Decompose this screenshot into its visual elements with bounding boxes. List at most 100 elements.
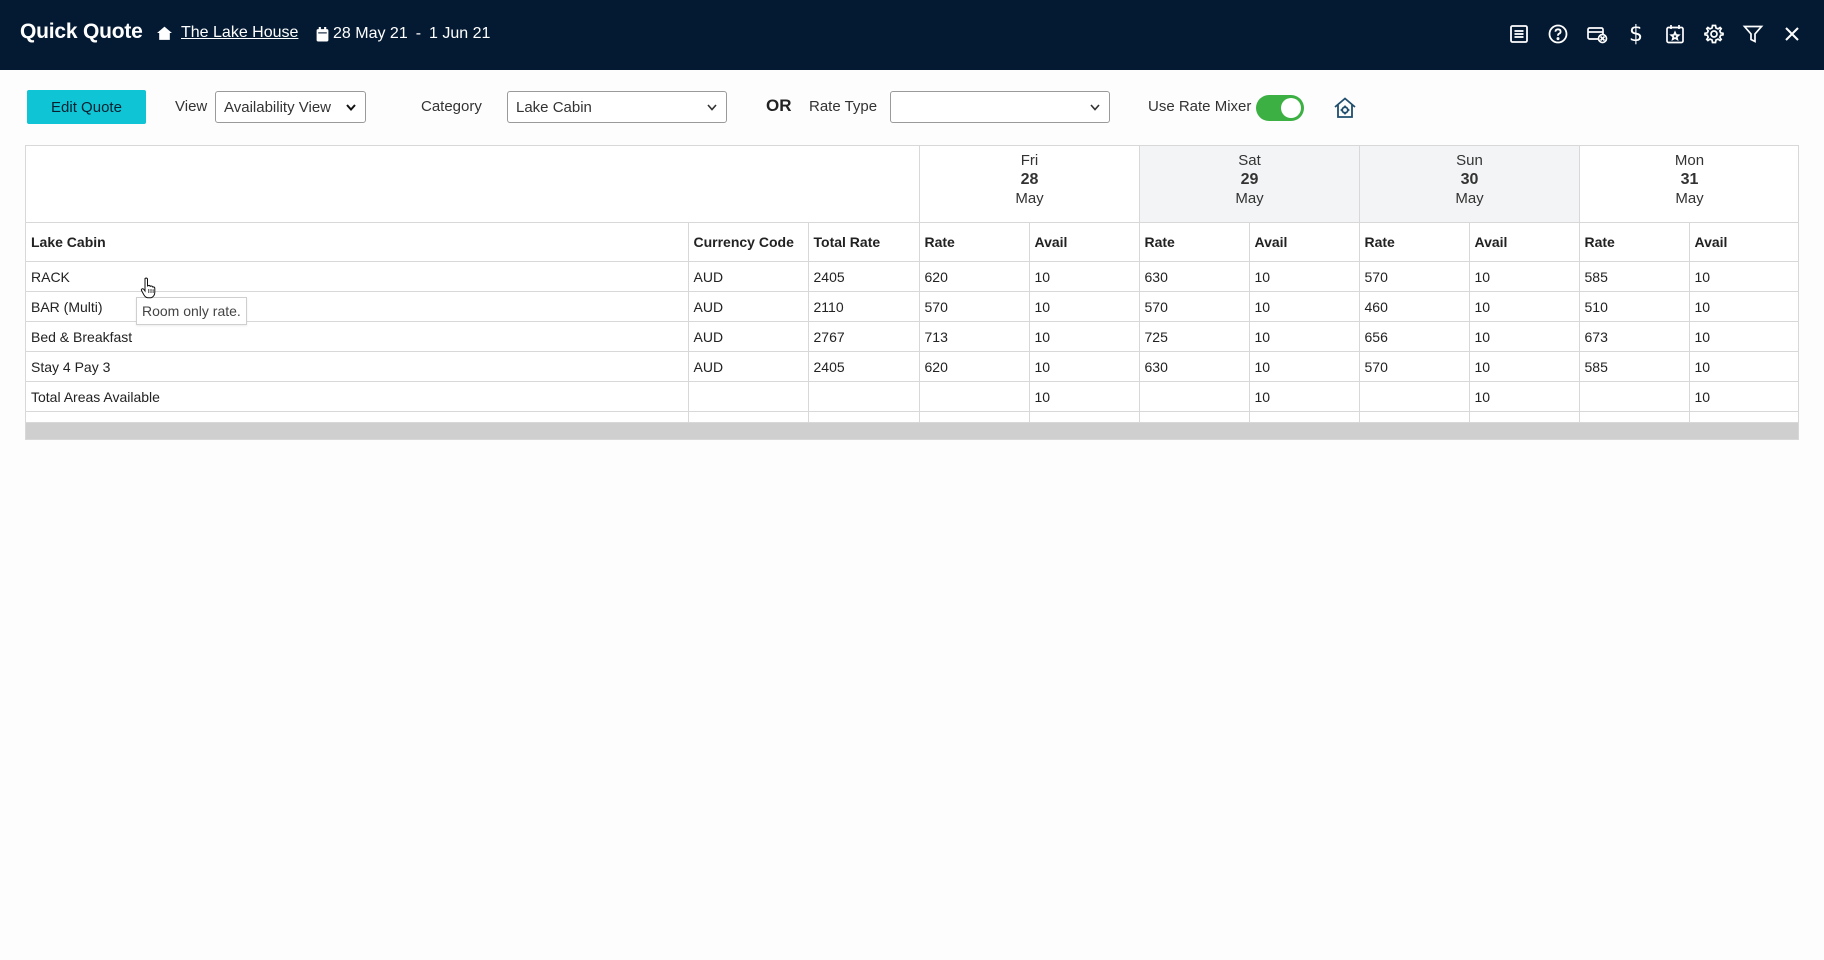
date-header-sun: Sun 30 May <box>1359 146 1579 222</box>
table-cell: 10 <box>1468 291 1580 322</box>
horizontal-scrollbar[interactable] <box>26 423 1798 439</box>
date-separator: - <box>415 25 422 42</box>
view-label: View <box>175 98 208 115</box>
table-cell: AUD <box>687 291 809 322</box>
table-cell: 2767 <box>807 321 920 352</box>
date-dow: Fri <box>1020 152 1039 169</box>
category-select-value: Lake Cabin <box>516 98 592 116</box>
edit-quote-button[interactable]: Edit Quote <box>27 90 146 124</box>
table-cell: 725 <box>1138 321 1250 352</box>
table-cell: 656 <box>1358 321 1470 352</box>
column-header-rate: Rate <box>1358 223 1470 262</box>
help-icon[interactable] <box>1546 22 1570 46</box>
column-header-avail: Avail <box>1688 223 1798 262</box>
rate-name-cell[interactable]: Stay 4 Pay 3 <box>26 351 689 382</box>
table-row[interactable]: BAR (Multi) AUD 2110 570 10 570 10 460 1… <box>26 291 1798 322</box>
column-header-category: Lake Cabin <box>26 223 689 262</box>
top-bar: Quick Quote The Lake House 28 May 21 - 1… <box>0 0 1824 70</box>
availability-grid: Fri 28 May Sat 29 May Sun 30 May Mon 31 … <box>25 145 1799 440</box>
gear-icon[interactable] <box>1702 22 1726 46</box>
toolbar: Edit Quote View Availability View Catego… <box>0 88 1824 128</box>
rate-type-select[interactable] <box>890 91 1110 123</box>
rate-name-cell[interactable]: RACK <box>26 261 689 292</box>
property-link-wrap[interactable]: The Lake House <box>156 24 298 42</box>
view-select-value: Availability View <box>224 98 331 116</box>
home-settings-icon[interactable] <box>1332 95 1358 121</box>
rate-tooltip: Room only rate. <box>136 297 247 325</box>
rate-mixer-label: Use Rate Mixer <box>1148 98 1252 115</box>
hand-cursor-icon <box>140 277 156 299</box>
column-header-currency: Currency Code <box>687 223 809 262</box>
chevron-down-icon <box>707 104 717 111</box>
total-row: Total Areas Available 10 10 10 10 <box>26 381 1798 412</box>
table-cell: 585 <box>1578 261 1690 292</box>
date-header-sat: Sat 29 May <box>1139 146 1359 222</box>
table-cell: 10 <box>1028 351 1140 382</box>
date-day: 30 <box>1460 171 1479 188</box>
date-day: 28 <box>1020 171 1039 188</box>
table-row[interactable]: RACK AUD 2405 620 10 630 10 570 10 585 1… <box>26 261 1798 292</box>
calendar-star-icon[interactable] <box>1663 22 1687 46</box>
table-cell: 10 <box>1248 261 1360 292</box>
table-cell: 2405 <box>807 351 920 382</box>
table-cell: 2110 <box>807 291 920 322</box>
column-header-avail: Avail <box>1468 223 1580 262</box>
table-cell: 10 <box>1468 321 1580 352</box>
table-cell: 10 <box>1468 381 1580 412</box>
table-cell: 10 <box>1028 321 1140 352</box>
dollar-glyph: $ <box>1629 21 1643 47</box>
date-header-mon: Mon 31 May <box>1579 146 1799 222</box>
table-cell: 10 <box>1028 261 1140 292</box>
chevron-down-icon <box>346 104 356 112</box>
header-actions: $ <box>1492 21 1804 47</box>
column-header-rate: Rate <box>1578 223 1690 262</box>
property-link[interactable]: The Lake House <box>181 24 298 42</box>
table-cell: 10 <box>1248 381 1360 412</box>
table-row[interactable]: Bed & Breakfast AUD 2767 713 10 725 10 6… <box>26 321 1798 352</box>
table-cell <box>687 381 809 412</box>
rate-name-cell[interactable]: BAR (Multi) <box>26 291 689 322</box>
column-header-total-rate: Total Rate <box>807 223 920 262</box>
view-select[interactable]: Availability View <box>215 91 366 123</box>
table-cell: 510 <box>1578 291 1690 322</box>
table-cell: 460 <box>1358 291 1470 322</box>
close-icon[interactable] <box>1780 22 1804 46</box>
table-cell: 10 <box>1688 261 1798 292</box>
rate-mixer-toggle[interactable] <box>1256 95 1304 121</box>
table-row[interactable]: Stay 4 Pay 3 AUD 2405 620 10 630 10 570 … <box>26 351 1798 382</box>
table-cell: 630 <box>1138 351 1250 382</box>
chevron-down-icon <box>1090 104 1100 111</box>
table-cell <box>918 381 1030 412</box>
date-dow: Sun <box>1456 152 1483 169</box>
column-header-row: Lake Cabin Currency Code Total Rate Rate… <box>26 223 1798 262</box>
table-cell: 570 <box>1358 261 1470 292</box>
list-icon[interactable] <box>1507 22 1531 46</box>
rates-table: Lake Cabin Currency Code Total Rate Rate… <box>26 223 1798 423</box>
date-to: 1 Jun 21 <box>429 25 491 42</box>
date-day: 31 <box>1680 171 1699 188</box>
rate-type-label: Rate Type <box>809 98 878 115</box>
dollar-icon[interactable]: $ <box>1624 21 1648 47</box>
table-cell: 570 <box>918 291 1030 322</box>
date-day: 29 <box>1240 171 1259 188</box>
rate-name-cell[interactable]: Bed & Breakfast <box>26 321 689 352</box>
home-icon <box>157 26 172 40</box>
date-header-row: Fri 28 May Sat 29 May Sun 30 May Mon 31 … <box>26 146 1798 223</box>
table-cell: 10 <box>1248 291 1360 322</box>
date-month: May <box>1015 190 1044 207</box>
category-select[interactable]: Lake Cabin <box>507 91 727 123</box>
calendar-icon <box>316 26 329 41</box>
total-label-cell: Total Areas Available <box>26 381 689 412</box>
table-cell: 10 <box>1468 351 1580 382</box>
table-cell: 10 <box>1688 351 1798 382</box>
table-cell: 10 <box>1688 321 1798 352</box>
or-label: OR <box>766 96 792 115</box>
payment-icon[interactable] <box>1585 22 1609 46</box>
table-cell: 10 <box>1688 291 1798 322</box>
date-dow: Mon <box>1674 152 1705 169</box>
table-cell: 2405 <box>807 261 920 292</box>
filter-icon[interactable] <box>1741 22 1765 46</box>
column-header-avail: Avail <box>1248 223 1360 262</box>
table-cell: AUD <box>687 321 809 352</box>
table-cell: 570 <box>1138 291 1250 322</box>
